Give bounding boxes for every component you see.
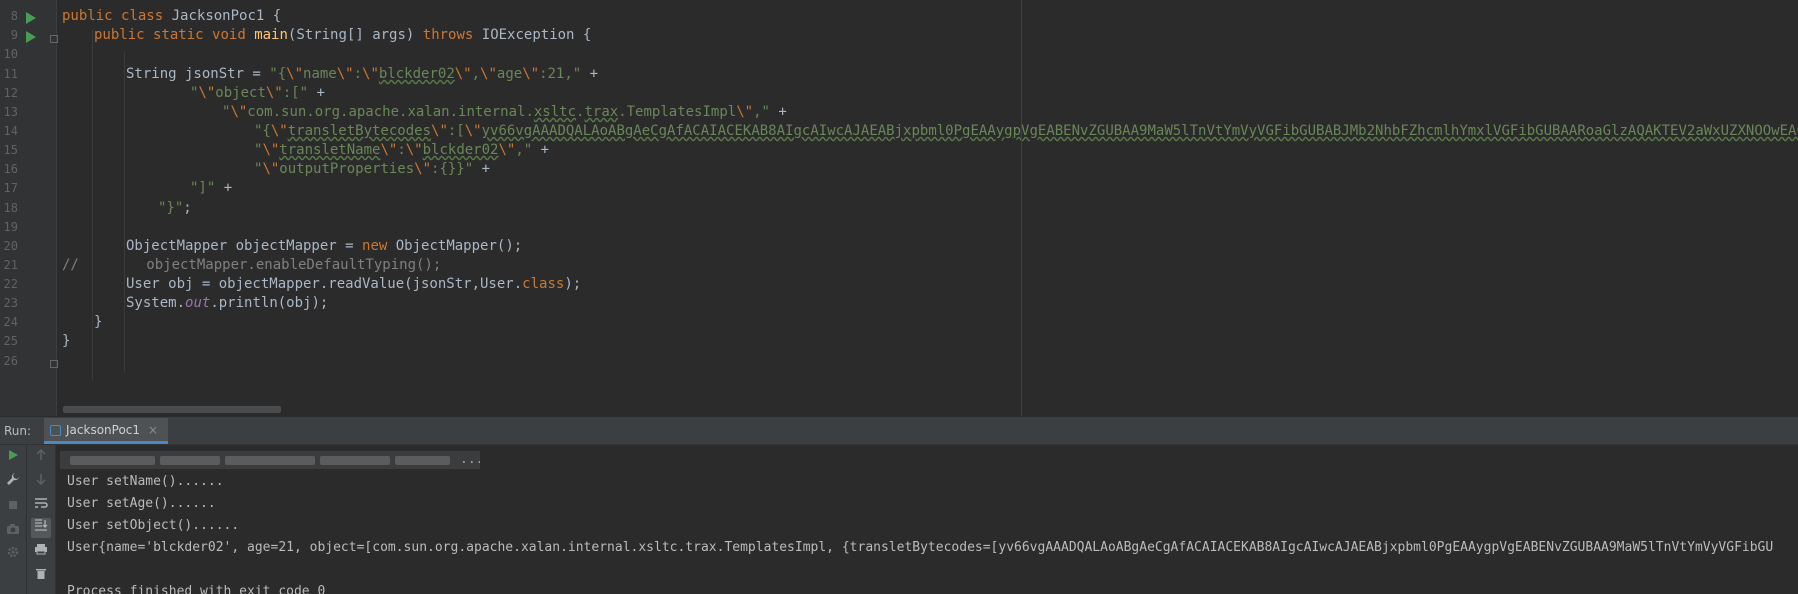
tab-jacksonpoc1[interactable]: JacksonPoc1 × bbox=[44, 418, 168, 444]
run-class-icon[interactable] bbox=[26, 12, 36, 24]
redacted-text bbox=[395, 456, 450, 465]
command-line: ... bbox=[60, 451, 480, 469]
gear-icon[interactable] bbox=[3, 545, 23, 565]
code-editor[interactable]: 8 9 10 11 12 13 14 15 16 17 18 19 20 21 … bbox=[0, 0, 1798, 416]
wrench-icon[interactable] bbox=[3, 472, 23, 492]
code-line: "]" + bbox=[190, 180, 233, 196]
console-line: User{name='blckder02', age=21, object=[c… bbox=[67, 540, 1774, 555]
code-line: public static void main(String[] args) t… bbox=[94, 27, 592, 43]
run-tab-bar: Run: JacksonPoc1 × bbox=[0, 418, 1798, 445]
redacted-text bbox=[320, 456, 390, 465]
horizontal-scrollbar[interactable] bbox=[63, 406, 281, 413]
trash-icon[interactable] bbox=[31, 566, 51, 586]
run-panel: Run: JacksonPoc1 × .. User setName()....… bbox=[0, 417, 1798, 594]
line-number: 10 bbox=[3, 47, 18, 61]
code-line: } bbox=[62, 333, 71, 349]
code-line: } bbox=[94, 314, 103, 330]
indent-guide bbox=[124, 52, 125, 372]
console-line: User setName()...... bbox=[67, 474, 224, 489]
redacted-text bbox=[225, 456, 315, 465]
scroll-to-end-icon[interactable] bbox=[31, 518, 51, 538]
line-number: 17 bbox=[3, 181, 18, 195]
console-output[interactable]: ... User setName()...... User setAge()..… bbox=[56, 445, 1798, 594]
redacted-text bbox=[160, 456, 220, 465]
run-label: Run: bbox=[4, 424, 32, 438]
console-line: User setAge()...... bbox=[67, 496, 216, 511]
code-line: "}"; bbox=[158, 200, 192, 216]
application-icon bbox=[50, 425, 61, 436]
console-line: User setObject()...... bbox=[67, 518, 240, 533]
code-line: System.out.println(obj); bbox=[126, 295, 329, 311]
console-toolbar bbox=[27, 445, 56, 594]
soft-wrap-icon[interactable] bbox=[31, 496, 51, 516]
run-main-icon[interactable] bbox=[26, 31, 36, 43]
code-line: "\"outputProperties\":{}}" + bbox=[254, 161, 491, 177]
console-line: Process finished with exit code 0 bbox=[67, 584, 326, 594]
play-icon[interactable] bbox=[3, 448, 23, 468]
arrow-up-icon[interactable] bbox=[31, 448, 51, 468]
close-icon[interactable]: × bbox=[148, 418, 158, 442]
arrow-down-icon[interactable] bbox=[31, 472, 51, 492]
run-toolbar bbox=[0, 445, 27, 594]
redacted-text bbox=[70, 456, 155, 465]
indent-guide bbox=[92, 30, 93, 380]
command-ellipsis: ... bbox=[460, 452, 480, 467]
code-area[interactable]: public class JacksonPoc1 { public static… bbox=[57, 0, 1798, 416]
right-margin-guide bbox=[1021, 0, 1022, 416]
stop-icon[interactable] bbox=[3, 498, 23, 518]
camera-icon[interactable] bbox=[3, 522, 23, 542]
line-number: 25 bbox=[3, 334, 18, 348]
line-number: 26 bbox=[3, 354, 18, 368]
print-icon[interactable] bbox=[31, 542, 51, 562]
tab-label: JacksonPoc1 bbox=[66, 423, 141, 437]
line-gutter: 8 9 10 11 12 13 14 15 16 17 18 19 20 21 … bbox=[0, 0, 58, 416]
